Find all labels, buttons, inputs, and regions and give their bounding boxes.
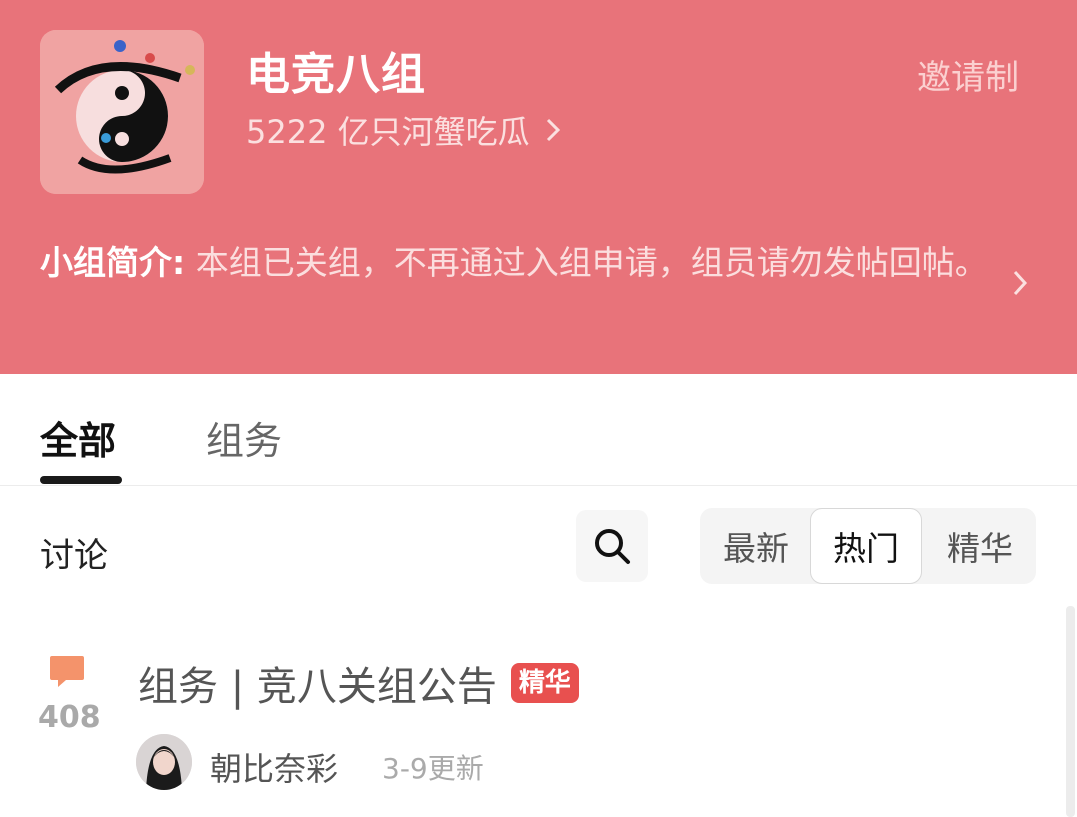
- comment-icon: [50, 656, 84, 687]
- intro-chevron-right-icon[interactable]: [1011, 268, 1029, 298]
- group-intro[interactable]: 小组简介: 本组已关组，不再通过入组申请，组员请勿发帖回帖。: [40, 238, 990, 288]
- discussion-label: 讨论: [40, 536, 108, 576]
- intro-text: 本组已关组，不再通过入组申请，组员请勿发帖回帖。: [185, 243, 988, 282]
- chevron-right-icon: [546, 118, 560, 142]
- post-title-text: 组务 | 竞八关组公告: [138, 664, 497, 710]
- comment-count: 408: [38, 700, 101, 735]
- group-title: 电竞八组: [246, 49, 426, 100]
- sort-featured[interactable]: 精华: [924, 508, 1036, 584]
- featured-badge: 精华: [510, 663, 579, 703]
- tab-group-affairs[interactable]: 组务: [206, 410, 282, 465]
- user-avatar-icon: [136, 734, 192, 790]
- group-avatar[interactable]: [40, 30, 204, 194]
- search-icon: [595, 529, 630, 564]
- intro-label: 小组简介:: [40, 243, 186, 282]
- update-time: 3-9更新: [382, 752, 484, 785]
- member-count-text: 5222 亿只河蟹吃瓜: [246, 113, 530, 151]
- sort-segmented-control: 最新 热门 精华: [700, 508, 1036, 584]
- sort-newest[interactable]: 最新: [700, 508, 812, 584]
- tab-bar: 全部 组务: [0, 374, 1077, 486]
- search-button[interactable]: [576, 510, 648, 582]
- avatar[interactable]: [136, 734, 192, 790]
- tab-all[interactable]: 全部: [40, 410, 116, 465]
- scrollbar[interactable]: [1066, 606, 1075, 817]
- member-count-link[interactable]: 5222 亿只河蟹吃瓜: [246, 108, 562, 152]
- yin-yang-logo-icon: [40, 30, 204, 194]
- post-title[interactable]: 组务 | 竞八关组公告 精华: [138, 654, 579, 712]
- invite-only-label[interactable]: 邀请制: [917, 50, 1019, 99]
- author-name[interactable]: 朝比奈彩: [210, 744, 338, 790]
- list-item[interactable]: 408 组务 | 竞八关组公告 精华 朝比奈彩 3-9更新: [0, 630, 1077, 817]
- discussion-toolbar: 讨论 最新 热门 精华: [0, 486, 1077, 606]
- sort-hot[interactable]: 热门: [810, 508, 922, 584]
- active-tab-indicator: [40, 476, 122, 484]
- group-header: 电竞八组 5222 亿只河蟹吃瓜 邀请制 小组简介: 本组已关组，不再通过入组申…: [0, 0, 1077, 374]
